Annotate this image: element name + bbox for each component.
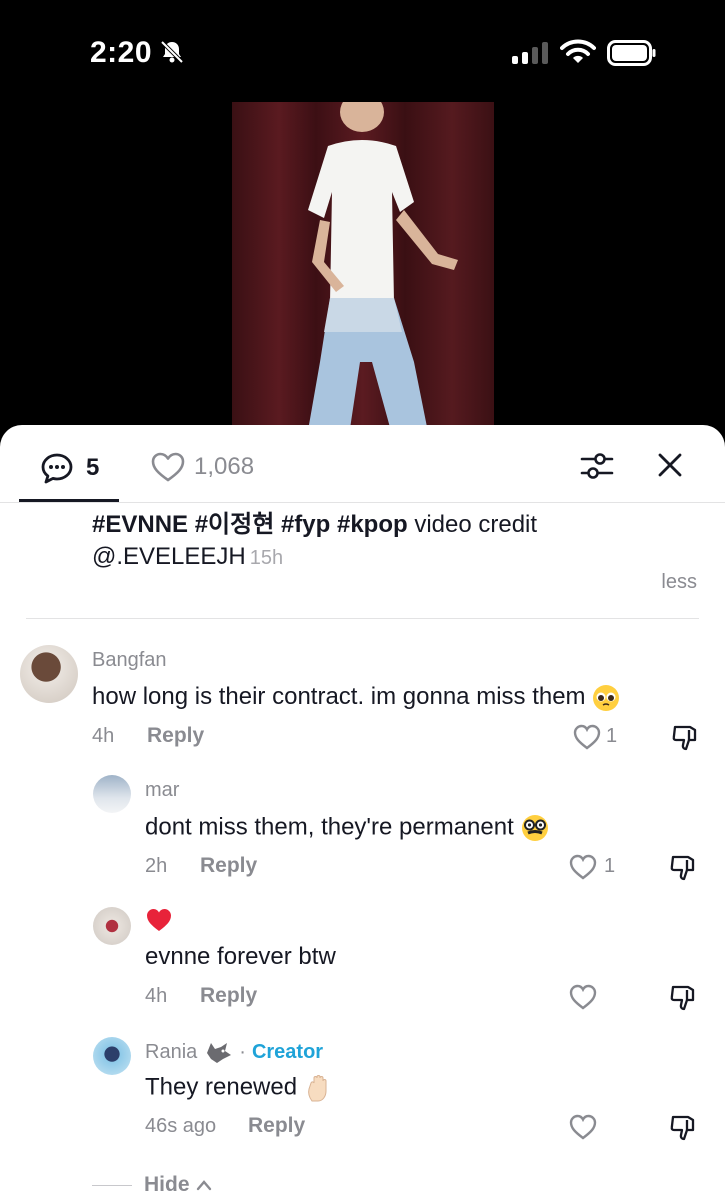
pleading-face-icon [593,684,620,711]
heart-outline-icon[interactable] [568,983,598,1011]
reply-button[interactable]: Reply [147,724,204,748]
comment-item: Bangfan how long is their contract. im g… [0,645,725,765]
heart-outline-icon[interactable] [568,1113,598,1141]
reply-button[interactable]: Reply [248,1114,305,1138]
disguised-face-icon [522,815,549,841]
close-icon[interactable] [654,449,686,481]
like-count: 1 [604,855,616,877]
comment-bubble-icon [41,453,73,484]
comment-body: evnne forever btw [145,943,336,970]
comment-body: how long is their contract. im gonna mis… [92,683,586,710]
hide-line [92,1184,132,1186]
hide-replies[interactable]: Hide [92,1173,212,1197]
tab-comments[interactable]: 5 [40,451,99,485]
username-rania[interactable]: Rania [145,1041,197,1064]
comment-text: They renewed [145,1073,334,1103]
comment-username[interactable]: mar [145,779,179,802]
thumbs-down-icon[interactable] [668,982,698,1012]
tab-likes[interactable]: 1,068 [150,451,254,483]
chevron-up-icon [196,1180,211,1191]
video-frame [232,100,494,440]
comments-count: 5 [86,454,100,481]
likes-count: 1,068 [194,453,255,480]
avatar[interactable] [93,775,131,813]
like-count: 1 [606,725,618,747]
comment-text: dont miss them, they're permanent [145,813,550,843]
creator-badge: Creator [251,1040,324,1063]
wolf-icon [207,1043,232,1063]
avatar[interactable] [93,1037,131,1075]
less-toggle[interactable]: less [661,571,697,594]
comment-text: evnne forever btw [145,943,336,971]
video-caption: #EVNNE #이정현 #fyp #kpop video credit @.EV… [92,509,692,574]
caption-divider [26,618,699,619]
comment-time: 46s ago [145,1115,217,1137]
raised-hand-icon [307,1075,327,1102]
comment-body: dont miss them, they're permanent [145,813,514,841]
comment-time: 4h [92,725,115,747]
caption-hashtags[interactable]: #EVNNE #이정현 #fyp #kpop [92,511,408,538]
sheet-tabs: 5 1,068 [0,425,725,503]
dancer-figure [306,100,458,440]
heart-outline-icon [151,452,185,482]
caption-mention[interactable]: @.EVELEEJH [92,543,246,570]
reply-item: evnne forever btw 4h Reply [0,905,725,1025]
thumbs-down-icon[interactable] [670,722,700,752]
comment-username[interactable]: Bangfan [92,649,167,672]
cellular-signal-icon [512,42,548,64]
status-bar: 2:20 [0,0,725,100]
comment-time: 2h [145,855,168,877]
hide-label: Hide [144,1173,190,1196]
comment-username: Rania · Creator [145,1039,323,1065]
thumbs-down-icon[interactable] [668,852,698,882]
reply-item: Rania · Creator They renewed 46s ago Rep… [0,1035,725,1155]
avatar[interactable] [20,645,78,703]
comment-time: 4h [145,985,168,1007]
reply-item: mar dont miss them, they're permanent 2h… [0,775,725,895]
comment-text: how long is their contract. im gonna mis… [92,683,620,712]
battery-icon [607,40,656,66]
reply-button[interactable]: Reply [200,984,257,1008]
red-heart-icon [147,909,171,931]
filter-sliders-icon[interactable] [580,449,614,483]
comments-sheet: 5 1,068 #EVNNE #이정현 #fyp #kpop video cre… [0,425,725,1200]
caption-text: video credit [407,511,538,538]
heart-outline-icon[interactable] [568,853,598,881]
active-tab-indicator [19,499,119,502]
avatar[interactable] [93,907,131,945]
status-time: 2:20 [90,36,153,69]
thumbs-down-icon[interactable] [668,1112,698,1142]
video-player[interactable] [0,100,725,440]
bell-slash-icon [160,40,184,64]
reply-button[interactable]: Reply [200,854,257,878]
heart-outline-icon[interactable] [572,723,602,751]
wifi-icon [560,39,596,63]
comment-body: They renewed [145,1073,298,1101]
caption-time: 15h [249,547,284,569]
